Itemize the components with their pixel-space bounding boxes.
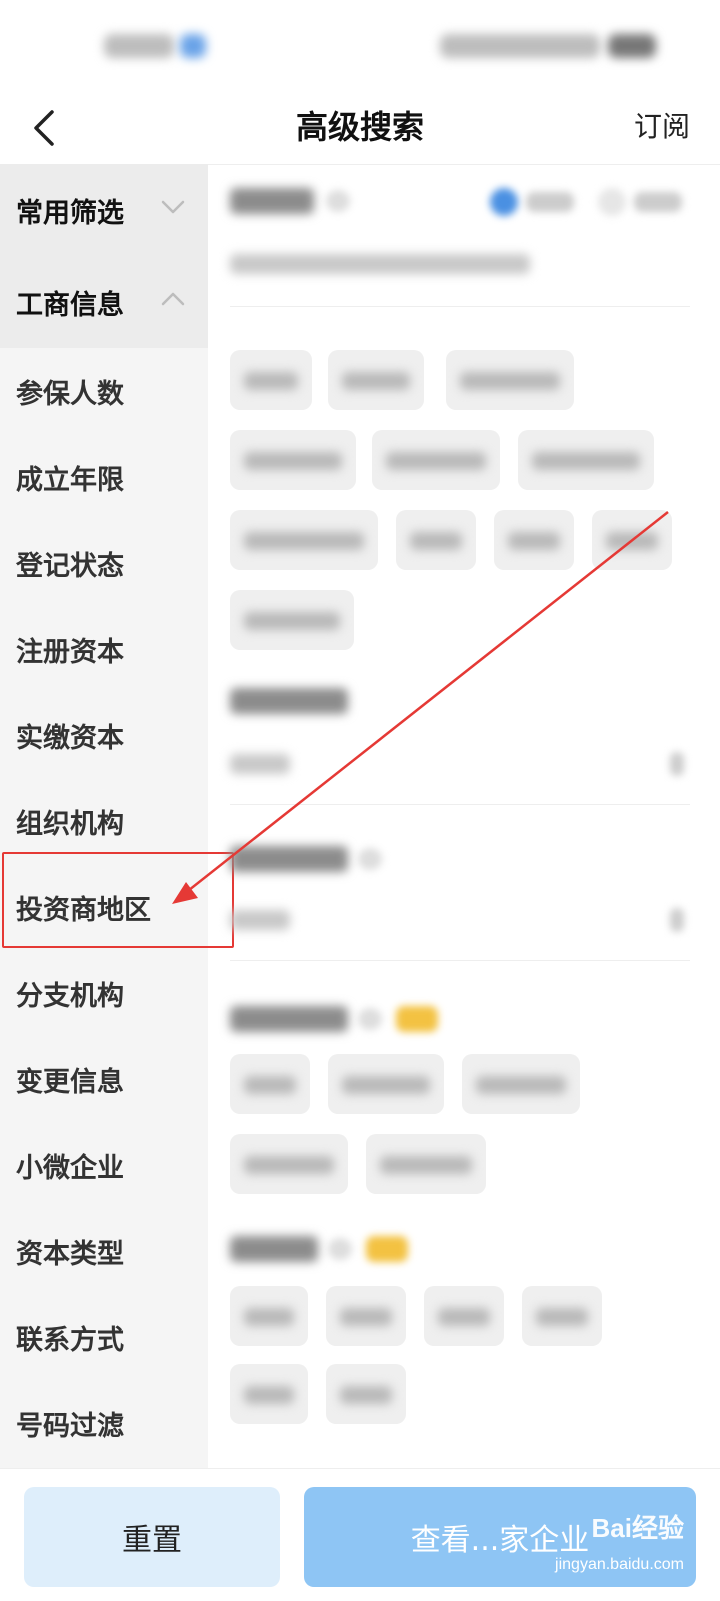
sidebar-group-label: 工商信息 <box>16 289 124 321</box>
annotation-highlight-box <box>2 852 234 948</box>
filter-chip[interactable] <box>328 350 424 410</box>
divider <box>230 960 690 961</box>
filter-chip[interactable] <box>230 590 354 650</box>
filter-chip[interactable] <box>230 1286 308 1346</box>
filter-chip[interactable] <box>326 1286 406 1346</box>
filter-chip[interactable] <box>518 430 654 490</box>
sidebar-item-small-micro[interactable]: 小微企业 <box>0 1122 208 1208</box>
filter-chip[interactable] <box>230 1134 348 1194</box>
section-title-blurred <box>230 1006 348 1032</box>
sidebar-item-established-years[interactable]: 成立年限 <box>0 434 208 520</box>
section-title-blurred <box>230 846 348 872</box>
chevron-right-icon <box>670 752 684 776</box>
sidebar-item-paid-capital[interactable]: 实缴资本 <box>0 692 208 778</box>
filter-chip[interactable] <box>462 1054 580 1114</box>
sidebar-item-contact[interactable]: 联系方式 <box>0 1294 208 1380</box>
section-title-blurred <box>230 1236 318 1262</box>
radio-selected-icon[interactable] <box>490 188 518 216</box>
filter-chip[interactable] <box>494 510 574 570</box>
filter-chip[interactable] <box>446 350 574 410</box>
sidebar-item-insured-count[interactable]: 参保人数 <box>0 348 208 434</box>
input-placeholder-blurred[interactable] <box>230 254 530 274</box>
chevron-right-icon <box>670 908 684 932</box>
filter-chip[interactable] <box>522 1286 602 1346</box>
filter-sidebar: 常用筛选 工商信息 参保人数 成立年限 登记状态 注册资本 实缴资本 组织机构 … <box>0 164 208 1468</box>
filter-content-blurred <box>208 164 720 1468</box>
filter-chip[interactable] <box>372 430 500 490</box>
sidebar-item-branches[interactable]: 分支机构 <box>0 950 208 1036</box>
page-title: 高级搜索 <box>295 108 424 146</box>
status-bar <box>0 0 720 90</box>
filter-chip[interactable] <box>592 510 672 570</box>
vip-badge-icon <box>396 1006 438 1032</box>
vip-badge-icon <box>366 1236 408 1262</box>
chevron-down-icon <box>160 194 186 220</box>
select-value-blurred[interactable] <box>230 910 290 930</box>
chevron-up-icon <box>160 286 186 312</box>
divider <box>230 804 690 805</box>
section-title-blurred <box>230 188 314 214</box>
battery-icon <box>608 34 656 58</box>
radio-label-blurred <box>634 192 682 212</box>
divider <box>230 306 690 307</box>
info-icon <box>358 1008 382 1030</box>
header: 高级搜索 订阅 <box>0 90 720 165</box>
radio-unselected-icon[interactable] <box>598 188 626 216</box>
filter-chip[interactable] <box>366 1134 486 1194</box>
sidebar-item-registered-capital[interactable]: 注册资本 <box>0 606 208 692</box>
filter-chip[interactable] <box>396 510 476 570</box>
sidebar-item-capital-type[interactable]: 资本类型 <box>0 1208 208 1294</box>
section-title-blurred <box>230 688 348 714</box>
status-time <box>104 34 174 58</box>
reset-button[interactable]: 重置 <box>24 1487 280 1587</box>
status-icon <box>180 34 206 58</box>
sidebar-item-change-info[interactable]: 变更信息 <box>0 1036 208 1122</box>
filter-chip[interactable] <box>230 510 378 570</box>
sidebar-item-registration-status[interactable]: 登记状态 <box>0 520 208 606</box>
radio-label-blurred <box>526 192 574 212</box>
info-icon <box>358 848 382 870</box>
select-value-blurred[interactable] <box>230 754 290 774</box>
watermark-url: jingyan.baidu.com <box>555 1556 684 1573</box>
filter-chip[interactable] <box>424 1286 504 1346</box>
sidebar-item-number-filter[interactable]: 号码过滤 <box>0 1380 208 1466</box>
sidebar-group-business[interactable]: 工商信息 <box>0 256 208 348</box>
filter-chip[interactable] <box>230 430 356 490</box>
filter-chip[interactable] <box>230 1364 308 1424</box>
sidebar-group-label: 常用筛选 <box>16 197 124 229</box>
filter-chip[interactable] <box>326 1364 406 1424</box>
info-icon <box>328 1238 352 1260</box>
filter-chip[interactable] <box>328 1054 444 1114</box>
filter-chip[interactable] <box>230 350 312 410</box>
status-signal-icons <box>440 34 600 58</box>
watermark-logo: Bai经验 <box>591 1513 684 1543</box>
subscribe-button[interactable]: 订阅 <box>634 102 690 152</box>
filter-chip[interactable] <box>230 1054 310 1114</box>
info-icon <box>326 190 350 212</box>
sidebar-group-common[interactable]: 常用筛选 <box>0 164 208 256</box>
